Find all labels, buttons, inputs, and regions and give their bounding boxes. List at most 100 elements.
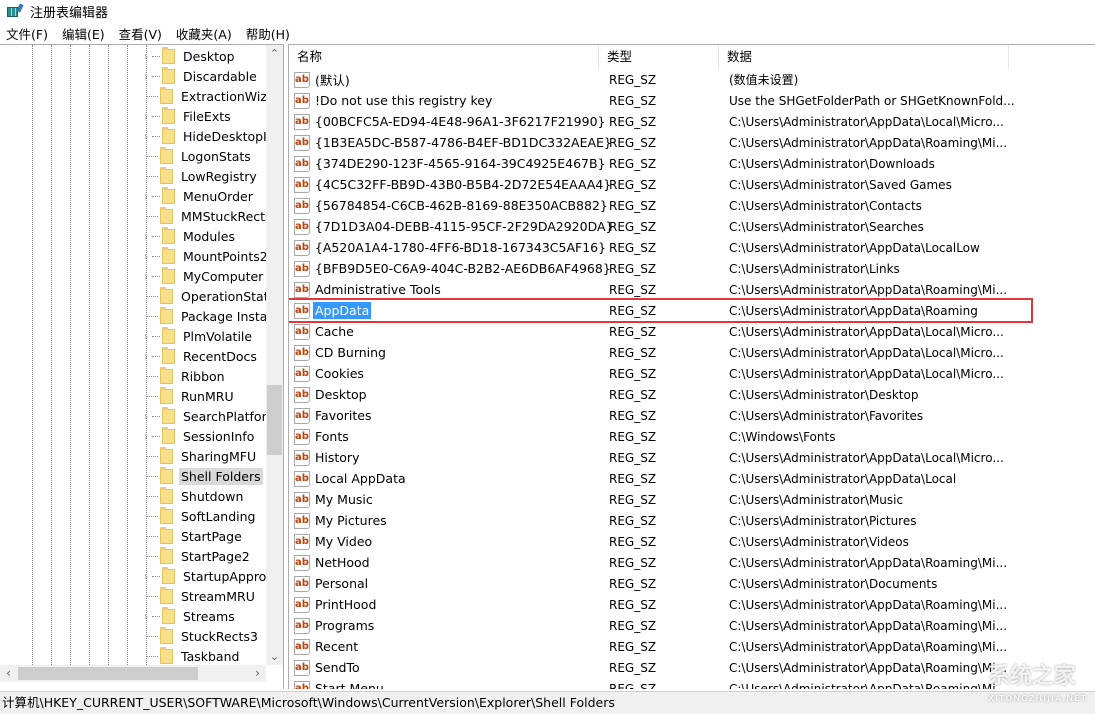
- value-row[interactable]: ab Cookies REG_SZ C:\Users\Administrator\Ap…: [289, 363, 1095, 384]
- tree-item[interactable]: › PlmVolatile: [140, 326, 254, 346]
- folder-icon: [162, 566, 175, 584]
- value-row[interactable]: ab Recent REG_SZ C:\Users\Administrator\App…: [289, 636, 1095, 657]
- tree-item[interactable]: › MountPoints2: [140, 246, 270, 266]
- tree-item[interactable]: Package Install: [140, 306, 276, 326]
- value-row[interactable]: ab SendTo REG_SZ C:\Users\Administrator\App…: [289, 657, 1095, 678]
- tree-connector: [152, 275, 160, 277]
- tree-item[interactable]: LowRegistry: [140, 166, 259, 186]
- value-name: My Video: [315, 534, 373, 549]
- value-row[interactable]: ab (默认) REG_SZ (数值未设置): [289, 69, 1095, 90]
- value-row[interactable]: ab {00BCFC5A-ED94-4E48-96A1-3F6217F21990}…: [289, 111, 1095, 132]
- chevron-right-icon[interactable]: ›: [140, 190, 152, 203]
- string-value-icon: ab: [294, 176, 310, 193]
- value-row[interactable]: ab {4C5C32FF-BB9D-43B0-B5B4-2D72E54EAAA4}…: [289, 174, 1095, 195]
- value-row[interactable]: ab Fonts REG_SZ C:\Windows\Fonts: [289, 426, 1095, 447]
- scroll-thumb[interactable]: [267, 385, 282, 455]
- chevron-right-icon[interactable]: ›: [140, 350, 152, 363]
- tree-item[interactable]: Taskband: [140, 646, 241, 666]
- value-row[interactable]: ab My Video REG_SZ C:\Users\Administrator\V…: [289, 531, 1095, 552]
- chevron-right-icon[interactable]: ›: [140, 610, 152, 623]
- value-row[interactable]: ab PrintHood REG_SZ C:\Users\Administrator\…: [289, 594, 1095, 615]
- tree-item[interactable]: RunMRU: [140, 386, 236, 406]
- value-row[interactable]: ab Start Menu REG_SZ C:\Users\Administrator…: [289, 678, 1095, 689]
- tree-item[interactable]: › Modules: [140, 226, 237, 246]
- chevron-right-icon[interactable]: ›: [140, 230, 152, 243]
- value-row[interactable]: ab {A520A1A4-1780-4FF6-BD18-167343C5AF16}…: [289, 237, 1095, 258]
- tree-item[interactable]: Ribbon: [140, 366, 227, 386]
- value-row[interactable]: ab {7D1D3A04-DEBB-4115-95CF-2F29DA2920DA}…: [289, 216, 1095, 237]
- tree-item[interactable]: › MyComputer: [140, 266, 265, 286]
- tree-item[interactable]: › SessionInfo: [140, 426, 256, 446]
- tree-item[interactable]: SharingMFU: [140, 446, 258, 466]
- scroll-up-icon[interactable]: ⌃: [266, 45, 283, 62]
- tree-item[interactable]: › Discardable: [140, 66, 259, 86]
- tree-item[interactable]: Shell Folders: [140, 466, 263, 486]
- tree-item[interactable]: › SearchPlatform: [140, 406, 281, 426]
- tree-item[interactable]: › Desktop: [140, 46, 237, 66]
- chevron-right-icon[interactable]: ›: [140, 130, 152, 143]
- chevron-right-icon[interactable]: ›: [140, 410, 152, 423]
- value-row[interactable]: ab My Music REG_SZ C:\Users\Administrator\M…: [289, 489, 1095, 510]
- menu-file[interactable]: 文件(F): [6, 24, 48, 43]
- tree-item[interactable]: MMStuckRects: [140, 206, 274, 226]
- menu-favorites[interactable]: 收藏夹(A): [176, 24, 232, 43]
- value-row[interactable]: ab Programs REG_SZ C:\Users\Administrator\A…: [289, 615, 1095, 636]
- column-header-data[interactable]: 数据: [719, 45, 1009, 69]
- chevron-right-icon[interactable]: ›: [140, 70, 152, 83]
- value-type: REG_SZ: [609, 282, 657, 297]
- menu-edit[interactable]: 编辑(E): [62, 24, 105, 43]
- tree-item[interactable]: OperationStatu: [140, 286, 279, 306]
- value-row[interactable]: ab !Do not use this registry key REG_SZ Use…: [289, 90, 1095, 111]
- value-row[interactable]: ab AppData REG_SZ C:\Users\Administrator\Ap…: [289, 298, 1095, 323]
- menu-help[interactable]: 帮助(H): [246, 24, 290, 43]
- tree-item[interactable]: LogonStats: [140, 146, 253, 166]
- value-row[interactable]: ab NetHood REG_SZ C:\Users\Administrator\Ap…: [289, 552, 1095, 573]
- value-name-cell: ab Desktop: [289, 386, 599, 403]
- value-row[interactable]: ab Administrative Tools REG_SZ C:\Users\Adm…: [289, 279, 1095, 300]
- value-name-cell: ab {1B3EA5DC-B587-4786-B4EF-BD1DC332AEAE}: [289, 134, 612, 151]
- value-row[interactable]: ab {BFB9D5E0-C6A9-404C-B2B2-AE6DB6AF4968}…: [289, 258, 1095, 279]
- value-row[interactable]: ab Cache REG_SZ C:\Users\Administrator\AppD…: [289, 321, 1095, 342]
- tree-item[interactable]: › StartupApprove: [140, 566, 283, 586]
- chevron-right-icon[interactable]: ›: [140, 110, 152, 123]
- value-row[interactable]: ab {1B3EA5DC-B587-4786-B4EF-BD1DC332AEAE}…: [289, 132, 1095, 153]
- chevron-right-icon[interactable]: ›: [140, 570, 152, 583]
- tree-item[interactable]: › MenuOrder: [140, 186, 255, 206]
- scroll-right-icon[interactable]: ›: [249, 665, 266, 682]
- column-header-type[interactable]: 类型: [599, 45, 719, 69]
- tree-item[interactable]: StuckRects3: [140, 626, 260, 646]
- tree-item[interactable]: ExtractionWizar: [140, 86, 282, 106]
- menu-view[interactable]: 查看(V): [119, 24, 162, 43]
- tree-item[interactable]: › FileExts: [140, 106, 233, 126]
- chevron-right-icon[interactable]: ›: [140, 270, 152, 283]
- scroll-down-icon[interactable]: ⌄: [266, 648, 283, 665]
- value-row[interactable]: ab CD Burning REG_SZ C:\Users\Administrator…: [289, 342, 1095, 363]
- value-row[interactable]: ab Desktop REG_SZ C:\Users\Administrator\De…: [289, 384, 1095, 405]
- value-row[interactable]: ab My Pictures REG_SZ C:\Users\Administrato…: [289, 510, 1095, 531]
- tree-item[interactable]: Shutdown: [140, 486, 245, 506]
- column-header-name[interactable]: 名称: [289, 45, 599, 69]
- value-type: REG_SZ: [609, 219, 657, 234]
- tree-vertical-scrollbar[interactable]: ⌃ ⌄: [266, 45, 283, 665]
- tree-item[interactable]: SoftLanding: [140, 506, 257, 526]
- tree-item[interactable]: StartPage: [140, 526, 244, 546]
- chevron-right-icon[interactable]: ›: [140, 250, 152, 263]
- tree-item[interactable]: › RecentDocs: [140, 346, 259, 366]
- value-row[interactable]: ab Favorites REG_SZ C:\Users\Administrator\…: [289, 405, 1095, 426]
- tree-horizontal-scrollbar[interactable]: ‹ ›: [0, 665, 266, 682]
- scroll-thumb-horizontal[interactable]: [18, 667, 198, 680]
- value-row[interactable]: ab {374DE290-123F-4565-9164-39C4925E467B}…: [289, 153, 1095, 174]
- tree-item[interactable]: StartPage2: [140, 546, 252, 566]
- tree-item-label: Streams: [183, 608, 235, 624]
- value-row[interactable]: ab History REG_SZ C:\Users\Administrator\Ap…: [289, 447, 1095, 468]
- tree-item[interactable]: › Streams: [140, 606, 237, 626]
- value-row[interactable]: ab Personal REG_SZ C:\Users\Administrator\D…: [289, 573, 1095, 594]
- chevron-right-icon[interactable]: ›: [140, 430, 152, 443]
- tree-item[interactable]: StreamMRU: [140, 586, 257, 606]
- value-row[interactable]: ab Local AppData REG_SZ C:\Users\Administra…: [289, 468, 1095, 489]
- chevron-right-icon[interactable]: ›: [140, 50, 152, 63]
- scroll-left-icon[interactable]: ‹: [0, 665, 17, 682]
- tree-item[interactable]: › HideDesktopIc: [140, 126, 276, 146]
- chevron-right-icon[interactable]: ›: [140, 330, 152, 343]
- value-row[interactable]: ab {56784854-C6CB-462B-8169-88E350ACB882}…: [289, 195, 1095, 216]
